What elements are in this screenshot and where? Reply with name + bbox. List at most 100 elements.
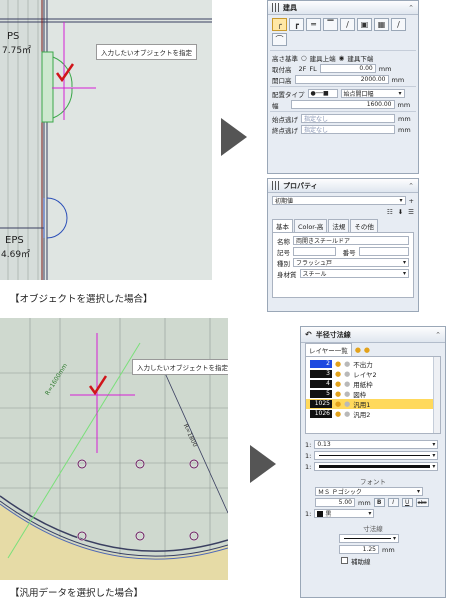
add-icon[interactable]: + [409,197,414,205]
top-drawing-canvas[interactable]: PS 7.75㎡ EPS 4.69㎡ 入力したいオブジェクトを指定 [0,0,212,280]
room-ps-name: PS [7,31,20,42]
bold-button[interactable]: B [373,498,385,507]
tab-regulation[interactable]: 法規 [328,219,350,232]
collapse-chevron-icon[interactable]: ⌃ [408,4,414,12]
line-tool-icon[interactable]: ∕ [391,18,406,31]
width-field[interactable]: 1600.00 [290,100,395,109]
dropdown-arrow-icon: ▾ [402,259,406,266]
strike-button[interactable]: abc [415,498,429,507]
layer-row-selected[interactable]: 1025 ● ● 汎用1 [306,399,440,409]
radius-panel-header[interactable]: ↶ 半径寸法線 ⌃ [301,327,445,343]
layer-row[interactable]: 5 ● ● 図枠 [306,389,440,399]
initial-value-select[interactable]: 初期値 ▾ [272,196,406,205]
line-width-select[interactable]: 0.13 ▾ [314,440,439,449]
top-caption: 【オブジェクトを選択した場合】 [10,294,153,305]
font-size-value: 5.00 [338,499,352,506]
bottom-arrow [250,445,276,483]
text-color-select[interactable]: 黒 ▾ [314,509,375,518]
underline-button[interactable]: U [401,498,413,507]
fixture-panel-header[interactable]: 建具 ⌃ [268,1,418,15]
lamp-on-icon[interactable]: ● [335,400,341,408]
line-style-select[interactable]: ▾ [314,462,439,471]
opening-height-field[interactable]: 2000.00 [294,75,389,84]
lamp-on-icon[interactable]: ● [335,370,341,378]
opening-tool-icon[interactable]: ┏ [289,18,304,31]
layout-type-select[interactable]: 始点開口幅 ▾ [340,89,405,98]
height-basis-label: 高さ基準 [272,54,298,63]
symbol-field[interactable] [293,247,336,256]
window-tool-icon[interactable]: ═ [306,18,321,31]
material-value: スチール [302,271,327,278]
lamp-icon[interactable]: ● [364,346,370,354]
door-tool-icon[interactable]: ╭ [272,18,287,31]
radio-top-icon[interactable]: ○ [301,54,307,62]
line-type-select[interactable]: ▾ [314,451,439,460]
layer-number: 3 [310,370,332,378]
lock-icon[interactable]: ● [344,400,350,408]
dim-size-field[interactable]: 1.25 [339,545,379,554]
italic-button[interactable]: I [387,498,399,507]
lamp-on-icon[interactable]: ● [335,360,341,368]
collapse-chevron-icon[interactable]: ⌃ [435,331,441,339]
number-field[interactable] [358,247,409,256]
name-field[interactable]: 両開きスチールドア [293,236,409,245]
room-eps-area: 4.69㎡ [1,250,31,260]
kind-select[interactable]: フラッシュ戸 ▾ [293,258,409,267]
install-height-field[interactable]: 0.00 [319,64,376,73]
layer-scrollbar[interactable] [433,357,440,433]
lock-icon[interactable]: ● [344,410,350,418]
start-escape-label: 始点逃げ [272,115,298,124]
down-arrow-icon[interactable]: ⬇ [398,208,403,216]
radio-bottom-icon[interactable]: ◉ [339,54,345,62]
dim-section-label: 寸法線 [363,524,383,533]
layer-row[interactable]: 1026 ● ● 汎用2 [306,409,440,419]
grid-tool-icon[interactable]: ▦ [374,18,389,31]
floor-level[interactable]: 2F [299,65,307,73]
layer-name: 汎用2 [353,411,371,419]
font-name-select[interactable]: ＭＳ Ｐゴシック ▾ [315,487,423,496]
number-label: 番号 [342,248,356,257]
tab-other[interactable]: その他 [350,219,378,232]
tab-layer-list[interactable]: レイヤー一覧 [305,343,352,356]
bottom-drawing-canvas[interactable]: R=1600mm R=1800 入力したいオブジェクトを指定 [0,318,228,580]
lock-icon[interactable]: ● [344,370,350,378]
property-panel: プロパティ ⌃ 初期値 ▾ + ☷ ⬇ ☰ 基本 Color-高 法規 その他 名… [267,178,419,312]
canvas-tooltip: 入力したいオブジェクトを指定 [96,44,197,60]
dim-line-style-select[interactable]: ▾ [339,534,399,543]
grip-icon[interactable] [272,3,279,12]
diagonal-tool-icon[interactable]: ∕ [340,18,355,31]
lamp-icon[interactable]: ● [355,346,361,354]
sash-tool-icon[interactable]: ▔ [323,18,338,31]
dim-size-value: 1.25 [362,546,376,553]
tab-color-height[interactable]: Color-高 [294,219,328,232]
tab-basic[interactable]: 基本 [272,219,293,232]
font-size-field[interactable]: 5.00 [315,498,355,507]
collapse-chevron-icon[interactable]: ⌃ [408,182,414,190]
dropdown-arrow-icon: ▾ [432,441,436,448]
layer-row[interactable]: 4 ● ● 用紙枠 [306,379,440,389]
aux-line-checkbox[interactable] [341,557,348,564]
layer-row[interactable]: 2 ● ● 不出力 [306,359,440,369]
layer-row[interactable]: 3 ● ● レイヤ2 [306,369,440,379]
layer-number: 1025 [310,400,332,408]
end-escape-field[interactable]: 指定なし [301,125,395,134]
fl-label: FL [309,64,317,73]
layer-list[interactable]: 2 ● ● 不出力 3 ● ● レイヤ2 4 ● ● 用紙枠 5 ● ● 図枠 1025… [305,356,441,434]
material-select[interactable]: スチール ▾ [299,269,409,278]
select-box-icon[interactable]: ▣ [357,18,372,31]
lamp-on-icon[interactable]: ● [335,380,341,388]
tree-icon[interactable]: ☷ [387,208,393,216]
property-panel-header[interactable]: プロパティ ⌃ [268,179,418,193]
lock-icon[interactable]: ● [344,390,350,398]
lock-icon[interactable]: ● [344,380,350,388]
layout-line-select[interactable]: ●──■ [307,89,338,98]
arc-tool-icon[interactable]: ⌒ [272,33,287,46]
grip-icon[interactable] [272,181,279,190]
lamp-on-icon[interactable]: ● [335,410,341,418]
list-icon[interactable]: ☰ [408,208,414,216]
lock-icon[interactable]: ● [344,360,350,368]
color-swatch-icon [317,510,324,517]
canvas-tooltip: 入力したいオブジェクトを指定 [132,359,228,375]
start-escape-field[interactable]: 指定なし [301,114,395,123]
lamp-on-icon[interactable]: ● [335,390,341,398]
